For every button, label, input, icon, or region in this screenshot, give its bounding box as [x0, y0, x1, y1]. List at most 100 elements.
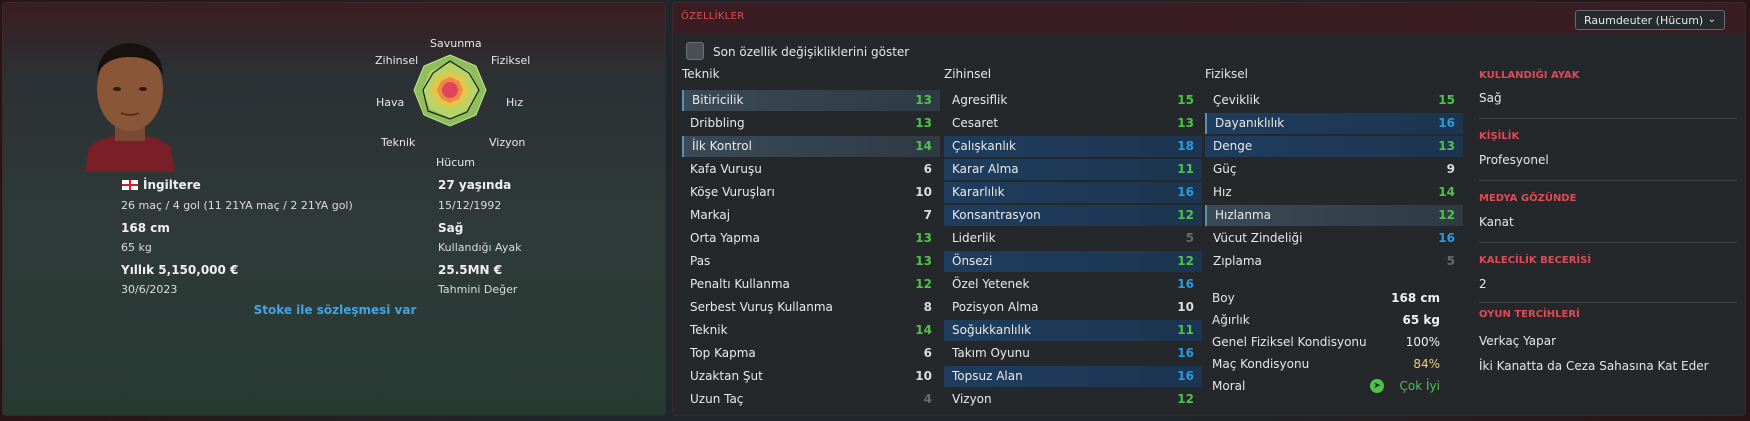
attribute-name: Pozisyon Alma: [952, 300, 1039, 314]
market-value-label: Tahmini Değer: [438, 283, 518, 296]
attribute-name: Vizyon: [952, 392, 992, 406]
attribute-name: Karar Alma: [952, 162, 1019, 176]
attribute-row[interactable]: Dribbling 13: [682, 113, 940, 134]
attribute-value: 10: [915, 185, 932, 199]
divider: [1479, 118, 1737, 119]
attribute-name: Penaltı Kullanma: [690, 277, 790, 291]
attribute-row[interactable]: Pozisyon Alma 10: [944, 297, 1202, 318]
attribute-row[interactable]: Soğukkanlılık 11: [944, 320, 1202, 341]
attribute-row[interactable]: Özel Yetenek 16: [944, 274, 1202, 295]
attribute-name: Köşe Vuruşları: [690, 185, 775, 199]
attribute-name: Dribbling: [690, 116, 745, 130]
trait-item[interactable]: İki Kanatta da Ceza Sahasına Kat Eder: [1479, 359, 1709, 373]
attribute-row[interactable]: Orta Yapma 13: [682, 228, 940, 249]
attribute-row[interactable]: Agresiflik 15: [944, 90, 1202, 111]
attribute-value: 11: [1177, 323, 1194, 337]
attribute-value: 15: [1177, 93, 1194, 107]
attribute-row[interactable]: Dayanıklılık 16: [1205, 113, 1463, 134]
attribute-name: Hızlanma: [1215, 208, 1271, 222]
attribute-row[interactable]: Penaltı Kullanma 12: [682, 274, 940, 295]
attribute-value: 16: [1177, 277, 1194, 291]
attribute-name: Özel Yetenek: [952, 277, 1030, 291]
market-value: 25.5MN €: [438, 263, 503, 277]
attribute-row[interactable]: Çalışkanlık 18: [944, 136, 1202, 157]
attribute-row[interactable]: Cesaret 13: [944, 113, 1202, 134]
attribute-value: 14: [1438, 185, 1455, 199]
wage-value: Yıllık 5,150,000 €: [121, 263, 239, 277]
trait-item[interactable]: Verkaç Yapar: [1479, 334, 1556, 348]
summary-label: Moral: [1212, 379, 1246, 393]
side-heading-foot: KULLANDIĞI AYAK: [1479, 70, 1580, 81]
attribute-row[interactable]: Takım Oyunu 16: [944, 343, 1202, 364]
summary-label: Ağırlık: [1212, 313, 1250, 327]
side-heading-goalkeeping: KALECİLİK BECERİSİ: [1479, 255, 1592, 266]
attribute-name: Cesaret: [952, 116, 999, 130]
attribute-name: Güç: [1213, 162, 1237, 176]
attribute-value: 12: [1177, 208, 1194, 222]
attribute-value: 10: [915, 369, 932, 383]
attribute-value: 16: [1177, 185, 1194, 199]
summary-label: Maç Kondisyonu: [1212, 357, 1310, 371]
divider: [1479, 242, 1737, 243]
attribute-row[interactable]: Denge 13: [1205, 136, 1463, 157]
attribute-name: Vücut Zindeliği: [1213, 231, 1303, 245]
side-value-personality: Profesyonel: [1479, 153, 1549, 167]
radar-label-technique: Teknik: [381, 136, 416, 149]
date-of-birth: 15/12/1992: [438, 199, 502, 212]
attribute-row[interactable]: İlk Kontrol 14: [682, 136, 940, 157]
radar-label-defense: Savunma: [430, 37, 482, 50]
role-dropdown[interactable]: Raumdeuter (Hücum) ⌄: [1575, 10, 1725, 30]
attribute-name: Takım Oyunu: [952, 346, 1030, 360]
attribute-row[interactable]: Topsuz Alan 16: [944, 366, 1202, 387]
morale-arrow-icon: ➤: [1370, 379, 1384, 393]
attribute-row[interactable]: Serbest Vuruş Kullanma 8: [682, 297, 940, 318]
attribute-row[interactable]: Bitiricilik 13: [682, 90, 940, 111]
attribute-name: Uzun Taç: [690, 392, 744, 406]
attribute-value: 16: [1177, 369, 1194, 383]
divider: [1479, 302, 1737, 303]
attribute-value: 7: [923, 208, 932, 222]
attribute-row[interactable]: Uzun Taç 4: [682, 389, 940, 410]
attribute-value: 14: [915, 139, 932, 153]
radar-label-speed: Hız: [506, 96, 524, 109]
mental-header: Zihinsel: [944, 67, 992, 81]
attribute-name: Kararlılık: [952, 185, 1005, 199]
panel-title: ÖZELLİKLER: [681, 11, 745, 22]
attribute-row[interactable]: Uzaktan Şut 10: [682, 366, 940, 387]
attribute-name: Denge: [1213, 139, 1253, 153]
attribute-row[interactable]: Konsantrasyon 12: [944, 205, 1202, 226]
attribute-row[interactable]: Zıplama 5: [1205, 251, 1463, 272]
attribute-row[interactable]: Önsezi 12: [944, 251, 1202, 272]
attribute-row[interactable]: Vücut Zindeliği 16: [1205, 228, 1463, 249]
attribute-row[interactable]: Hız 14: [1205, 182, 1463, 203]
attribute-row[interactable]: Pas 13: [682, 251, 940, 272]
attribute-row[interactable]: Markaj 7: [682, 205, 940, 226]
attribute-row[interactable]: Çeviklik 15: [1205, 90, 1463, 111]
attribute-row[interactable]: Liderlik 5: [944, 228, 1202, 249]
attribute-value: 12: [1438, 208, 1455, 222]
contract-club-link[interactable]: Stoke ile sözleşmesi var: [3, 303, 667, 317]
attribute-name: Konsantrasyon: [952, 208, 1041, 222]
attribute-row[interactable]: Karar Alma 11: [944, 159, 1202, 180]
attribute-name: Topsuz Alan: [952, 369, 1023, 383]
summary-value: 65 kg: [1402, 313, 1440, 327]
attribute-row[interactable]: Kararlılık 16: [944, 182, 1202, 203]
attribute-name: Markaj: [690, 208, 731, 222]
attributes-panel: ÖZELLİKLER Raumdeuter (Hücum) ⌄ Son özel…: [672, 2, 1746, 416]
england-flag-icon: [122, 180, 138, 190]
attribute-row[interactable]: Köşe Vuruşları 10: [682, 182, 940, 203]
attribute-row[interactable]: Kafa Vuruşu 6: [682, 159, 940, 180]
attribute-row[interactable]: Top Kapma 6: [682, 343, 940, 364]
attribute-row[interactable]: Vizyon 12: [944, 389, 1202, 410]
show-changes-checkbox[interactable]: [686, 42, 704, 60]
attribute-name: Önsezi: [952, 254, 993, 268]
side-value-goalkeeping: 2: [1479, 277, 1487, 291]
attribute-row[interactable]: Teknik 14: [682, 320, 940, 341]
attribute-row[interactable]: Hızlanma 12: [1205, 205, 1463, 226]
attribute-name: Kafa Vuruşu: [690, 162, 762, 176]
attribute-name: Pas: [690, 254, 711, 268]
attribute-row[interactable]: Güç 9: [1205, 159, 1463, 180]
role-dropdown-value: Raumdeuter (Hücum): [1584, 14, 1704, 27]
side-heading-media: MEDYA GÖZÜNDE: [1479, 193, 1577, 204]
player-overview-panel: Savunma Zihinsel Fiziksel Hava Hız Tekni…: [2, 2, 666, 416]
